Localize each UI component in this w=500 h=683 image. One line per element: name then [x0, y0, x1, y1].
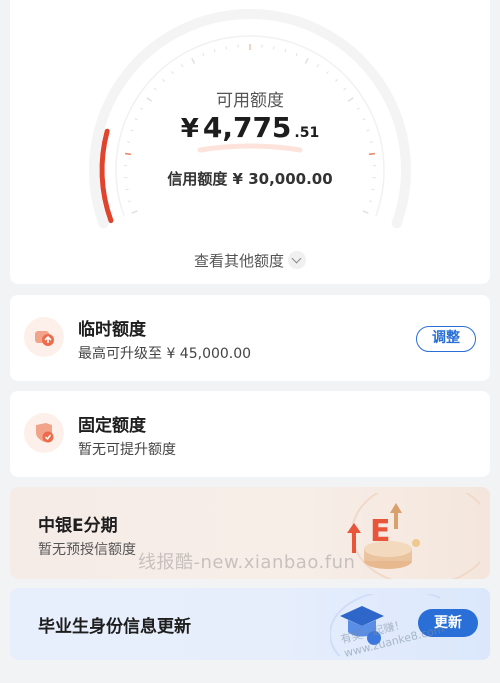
gauge-tick	[335, 79, 338, 82]
gauge-tick	[362, 210, 369, 214]
temporary-quota-card[interactable]: 临时额度 最高可升级至 ¥ 45,000.00 调整	[10, 295, 490, 381]
available-quota-amount: ¥4,775.51	[0, 111, 500, 144]
fixed-quota-title: 固定额度	[78, 416, 146, 436]
available-quota-label: 可用额度	[216, 91, 284, 111]
gauge-tick	[127, 200, 132, 203]
temporary-quota-title: 临时额度	[78, 320, 146, 340]
credit-line-text: 信用额度 ¥ 30,000.00	[167, 170, 333, 188]
gauge-tick	[131, 210, 138, 214]
gauge-tick	[368, 200, 373, 203]
chevron-down-icon	[288, 251, 306, 269]
shield-quota-icon	[24, 413, 64, 453]
fixed-quota-subtitle: 暂无可提升额度	[78, 442, 176, 458]
gauge-tick	[284, 49, 287, 53]
watermark-text: 线报酷-new.xianbao.fun	[138, 552, 356, 573]
currency-symbol: ¥	[180, 114, 199, 144]
gauge-tick	[202, 52, 205, 57]
svg-text:E: E	[370, 514, 391, 549]
gauge-tick	[124, 152, 132, 156]
gauge-tick	[272, 46, 275, 50]
gauge-tick	[368, 152, 376, 156]
e-installment-subtitle: 暂无预授信额度	[38, 542, 136, 558]
quota-up-icon	[24, 317, 64, 357]
view-other-quota-link[interactable]: 查看其他额度	[0, 250, 500, 271]
gauge-tick	[191, 57, 196, 64]
temporary-quota-subtitle: 最高可升级至 ¥ 45,000.00	[78, 346, 252, 362]
gauge-tick	[326, 71, 329, 75]
gauge-tick	[180, 64, 184, 68]
amount-underline	[197, 143, 303, 153]
e-installment-title: 中银E分期	[38, 516, 118, 536]
adjust-button[interactable]: 调整	[416, 326, 476, 352]
gauge-tick	[171, 71, 174, 75]
available-integer: 4,775	[202, 111, 292, 144]
fixed-quota-card[interactable]: 固定额度 暂无可提升额度	[10, 391, 490, 477]
gauge-tick	[295, 52, 298, 57]
available-decimal: .51	[294, 125, 320, 141]
gauge-tick	[162, 79, 165, 82]
graduate-info-title: 毕业生身份信息更新	[38, 617, 191, 637]
gauge-tick	[304, 57, 309, 64]
view-other-quota-label: 查看其他额度	[193, 252, 284, 270]
gauge-tick	[316, 64, 320, 68]
gauge-tick	[213, 49, 216, 53]
gauge-tick	[225, 46, 228, 50]
